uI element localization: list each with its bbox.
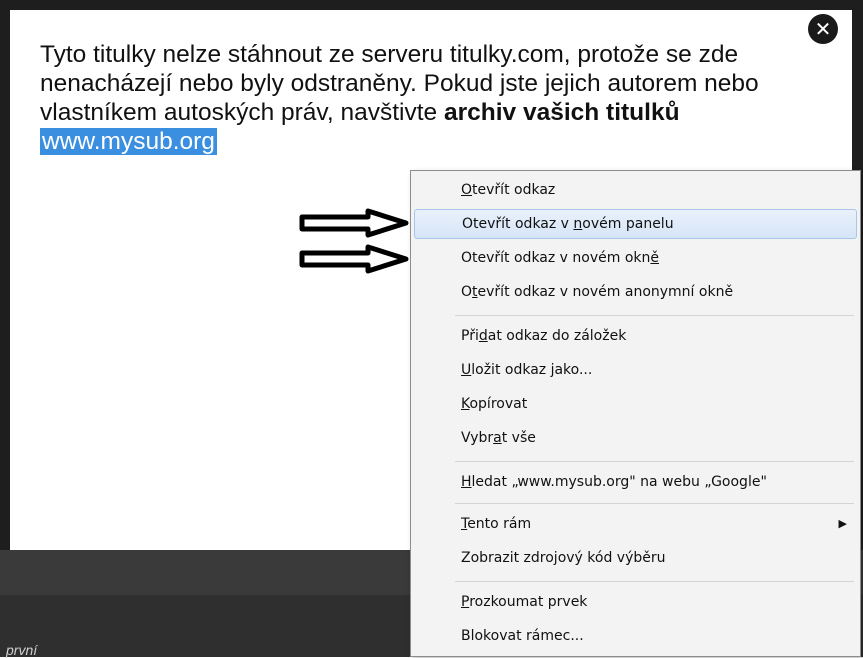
message-bold-text: archiv vašich titulků [443, 99, 680, 126]
menu-separator [455, 461, 854, 462]
arrow-icon [299, 208, 409, 238]
menu-item-block-frame[interactable]: Blokovat rámec... [414, 621, 857, 651]
submenu-arrow-icon: ▶ [838, 517, 847, 530]
menu-item-view-selection-source[interactable]: Zobrazit zdrojový kód výběru [414, 543, 857, 573]
menu-item-open-link-new-window[interactable]: Otevřít odkaz v novém okně [414, 243, 857, 273]
menu-item-this-frame[interactable]: Tento rám ▶ [414, 509, 857, 539]
menu-item-open-link-private-window[interactable]: Otevřít odkaz v novém anonymní okně [414, 277, 857, 307]
context-menu: Otevřít odkaz Otevřít odkaz v novém pane… [410, 170, 861, 657]
menu-item-open-link[interactable]: Otevřít odkaz [414, 175, 857, 205]
background-text: první [6, 642, 38, 658]
menu-separator [455, 315, 854, 316]
menu-separator [455, 503, 854, 504]
menu-item-open-link-new-tab[interactable]: Otevřít odkaz v novém panelu [414, 209, 857, 239]
menu-item-save-link-as[interactable]: Uložit odkaz jako... [414, 355, 857, 385]
menu-item-inspect-element[interactable]: Prozkoumat prvek [414, 587, 857, 617]
menu-item-bookmark-link[interactable]: Přidat odkaz do záložek [414, 321, 857, 351]
menu-item-select-all[interactable]: Vybrat vše [414, 423, 857, 453]
arrow-icon [299, 244, 409, 274]
menu-separator [455, 581, 854, 582]
menu-item-copy[interactable]: Kopírovat [414, 389, 857, 419]
mysub-link[interactable]: www.mysub.org [40, 128, 217, 155]
dialog-message: Tyto titulky nelze stáhnout ze serveru t… [40, 40, 840, 156]
menu-item-search-google[interactable]: Hledat „www.mysub.org" na webu „Google" [414, 467, 857, 497]
